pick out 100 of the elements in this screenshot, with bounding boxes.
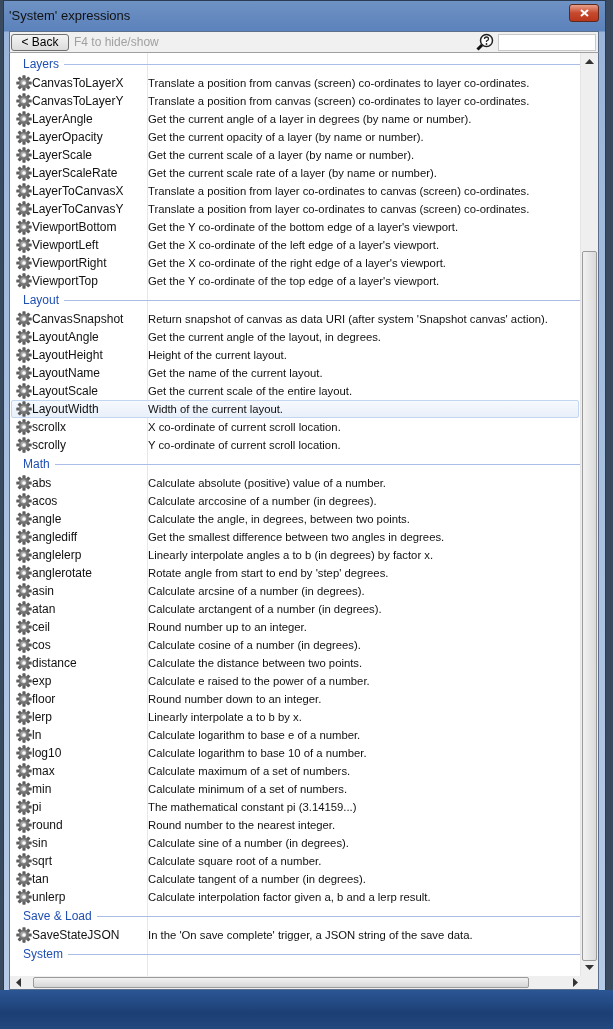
expression-description: Get the current opacity of a layer (by name or number). [148,131,424,143]
expression-row[interactable]: LayerOpacity Get the current opacity of a layer (by name or number). [11,128,579,146]
expression-row[interactable]: ViewportTop Get the Y co-ordinate of the top edge of a layer's viewport. [11,272,579,290]
expression-row[interactable]: angle Calculate the angle, in degrees, between two points. [11,510,579,528]
expression-row[interactable]: LayoutScale Get the current scale of the entire layout. [11,382,579,400]
category-heading: Layers [23,57,60,71]
expression-description: Translate a position from layer co-ordinates to canvas (screen) co-ordinates. [148,203,530,215]
expression-row[interactable]: abs Calculate absolute (positive) value of a number. [11,474,579,492]
expression-row[interactable]: pi The mathematical constant pi (3.14159...) [11,798,579,816]
expression-row[interactable]: CanvasToLayerX Translate a position from canvas (screen) co-ordinates to layer co-ordinates. [11,74,579,92]
expression-row[interactable]: asin Calculate arcsine of a number (in degrees). [11,582,579,600]
expression-name: anglediff [32,530,78,544]
expression-row[interactable]: CanvasSnapshot Return snapshot of canvas as data URI (after system 'Snapshot canvas' action). [11,310,579,328]
category-heading: Layout [23,293,60,307]
expression-name: cos [32,638,51,652]
window-title: 'System' expressions [9,7,131,23]
expression-row[interactable]: min Calculate minimum of a set of numbers. [11,780,579,798]
expression-name: floor [32,692,56,706]
expression-row[interactable]: anglerotate Rotate angle from start to end by 'step' degrees. [11,564,579,582]
expression-name: CanvasSnapshot [32,312,124,326]
expression-row[interactable]: LayerToCanvasY Translate a position from layer co-ordinates to canvas (screen) co-ordinates. [11,200,579,218]
expression-name: LayoutScale [32,384,99,398]
expression-row[interactable]: log10 Calculate logarithm to base 10 of a number. [11,744,579,762]
category-heading: Save & Load [23,909,92,923]
expression-row[interactable]: atan Calculate arctangent of a number (in degrees). [11,600,579,618]
expression-name: scrolly [32,438,66,452]
expression-row[interactable]: lerp Linearly interpolate a to b by x. [11,708,579,726]
expression-row[interactable]: LayerScale Get the current scale of a layer (by name or number). [11,146,579,164]
expression-row[interactable]: distance Calculate the distance between two points. [11,654,579,672]
expression-row[interactable]: scrolly Y co-ordinate of current scroll location. [11,436,579,454]
expression-name: LayoutAngle [32,330,99,344]
expression-description: X co-ordinate of current scroll location. [148,421,341,433]
expression-description: Round number down to an integer. [148,693,322,705]
expression-name: angle [32,512,62,526]
expression-row[interactable]: ViewportLeft Get the X co-ordinate of the left edge of a layer's viewport. [11,236,579,254]
expression-name: ceil [32,620,50,634]
expression-row[interactable]: exp Calculate e raised to the power of a number. [11,672,579,690]
expression-row[interactable]: round Round number to the nearest integer. [11,816,579,834]
expression-name: ln [32,728,42,742]
expression-description: Calculate square root of a number. [148,855,322,867]
expression-name: LayerToCanvasY [32,202,124,216]
expression-name: ViewportLeft [32,238,99,252]
expression-name: lerp [32,710,52,724]
expression-name: atan [32,602,56,616]
expression-description: Width of the current layout. [148,403,283,415]
expression-row[interactable]: acos Calculate arccosine of a number (in degrees). [11,492,579,510]
expression-row[interactable]: cos Calculate cosine of a number (in degrees). [11,636,579,654]
expression-row[interactable]: scrollx X co-ordinate of current scroll location. [11,418,579,436]
expression-row[interactable]: LayoutHeight Height of the current layout. [11,346,579,364]
expression-row[interactable]: unlerp Calculate interpolation factor given a, b and a lerp result. [11,888,579,906]
expression-row[interactable]: tan Calculate tangent of a number (in degrees). [11,870,579,888]
expression-row[interactable]: max Calculate maximum of a set of numbers. [11,762,579,780]
expression-name: anglelerp [32,548,82,562]
expression-description: Translate a position from canvas (screen) co-ordinates to layer co-ordinates. [148,95,530,107]
expression-name: LayerAngle [32,112,93,126]
expression-row[interactable]: sin Calculate sine of a number (in degrees). [11,834,579,852]
expression-description: Get the current scale rate of a layer (by name or number). [148,167,437,179]
expression-name: exp [32,674,52,688]
expression-name: min [32,782,52,796]
expression-description: Calculate arctangent of a number (in degrees). [148,603,382,615]
expression-row[interactable]: ln Calculate logarithm to base e of a number. [11,726,579,744]
expression-row[interactable]: LayoutWidth Width of the current layout. [11,400,579,418]
expression-description: Get the X co-ordinate of the right edge of a layer's viewport. [148,257,446,269]
expression-name: sin [32,836,48,850]
expression-name: ViewportRight [32,256,107,270]
expression-description: Linearly interpolate angles a to b (in degrees) by factor x. [148,549,434,561]
expression-description: Translate a position from canvas (screen) co-ordinates to layer co-ordinates. [148,77,530,89]
expression-name: log10 [32,746,62,760]
expression-row[interactable]: LayerAngle Get the current angle of a layer in degrees (by name or number). [11,110,579,128]
back-button[interactable]: < Back [11,33,69,51]
expression-row[interactable]: sqrt Calculate square root of a number. [11,852,579,870]
expression-row[interactable]: ViewportBottom Get the Y co-ordinate of the bottom edge of a layer's viewport. [11,218,579,236]
expression-row[interactable]: floor Round number down to an integer. [11,690,579,708]
expression-description: The mathematical constant pi (3.14159...) [148,801,357,813]
expression-row[interactable]: SaveStateJSON In the 'On save complete' trigger, a JSON string of the save data. [11,926,579,944]
shortcut-hint: F4 to hide/show [74,35,160,49]
expression-name: sqrt [32,854,52,868]
expression-row[interactable]: LayerScaleRate Get the current scale rate of a layer (by name or number). [11,164,579,182]
expression-row[interactable]: LayerToCanvasX Translate a position from layer co-ordinates to canvas (screen) co-ordinates. [11,182,579,200]
expression-row[interactable]: CanvasToLayerY Translate a position from canvas (screen) co-ordinates to layer co-ordinates. [11,92,579,110]
expression-row[interactable]: ViewportRight Get the X co-ordinate of the right edge of a layer's viewport. [11,254,579,272]
expression-description: Calculate the distance between two points. [148,657,363,669]
expression-row[interactable]: anglelerp Linearly interpolate angles a to b (in degrees) by factor x. [11,546,579,564]
expression-name: anglerotate [32,566,93,580]
expression-description: Calculate logarithm to base e of a number. [148,729,361,741]
expression-description: Get the current angle of a layer in degrees (by name or number). [148,113,472,125]
expression-description: Get the current angle of the layout, in degrees. [148,331,381,343]
expression-name: tan [32,872,49,886]
expression-description: Get the current scale of a layer (by name or number). [148,149,415,161]
expression-name: LayoutHeight [32,348,103,362]
expression-row[interactable]: LayoutName Get the name of the current layout. [11,364,579,382]
expression-description: Get the name of the current layout. [148,367,323,379]
expression-description: Get the X co-ordinate of the left edge of a layer's viewport. [148,239,440,251]
expression-row[interactable]: LayoutAngle Get the current angle of the layout, in degrees. [11,328,579,346]
expression-description: In the 'On save complete' trigger, a JSON string of the save data. [148,929,473,941]
expression-description: Linearly interpolate a to b by x. [148,711,302,723]
expression-row[interactable]: ceil Round number up to an integer. [11,618,579,636]
expression-description: Rotate angle from start to end by 'step' degrees. [148,567,389,579]
expression-name: LayerScaleRate [32,166,118,180]
expression-row[interactable]: anglediff Get the smallest difference between two angles in degrees. [11,528,579,546]
